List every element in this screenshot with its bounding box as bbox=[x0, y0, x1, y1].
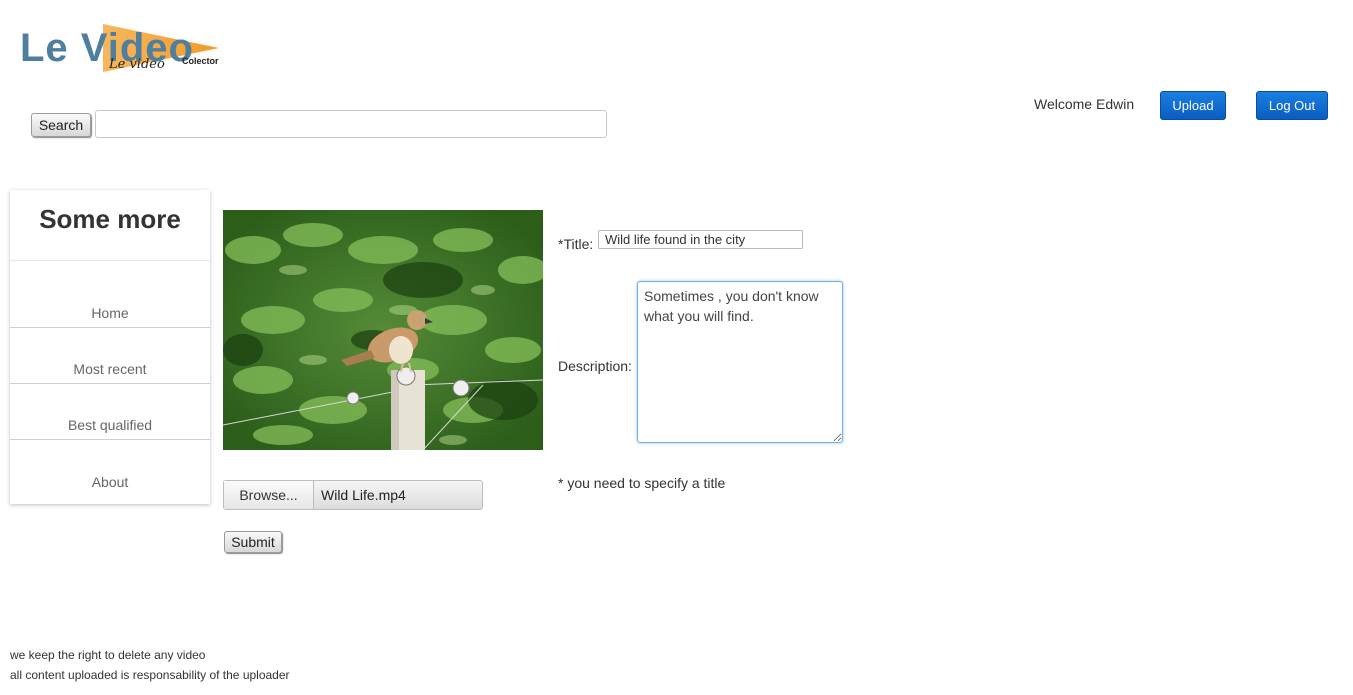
sidebar-item-label: Best qualified bbox=[67, 417, 153, 433]
logo-main-text: Le Video bbox=[20, 26, 194, 70]
sidebar-item-label: Most recent bbox=[73, 361, 147, 377]
footer-notice-responsibility: all content uploaded is responsability o… bbox=[10, 668, 290, 682]
file-picker[interactable]: Browse... Wild Life.mp4 bbox=[223, 480, 483, 510]
title-input[interactable] bbox=[598, 230, 803, 249]
sidebar-header: Some more bbox=[10, 190, 210, 261]
description-textarea[interactable]: Sometimes , you don't know what you will… bbox=[637, 281, 843, 443]
welcome-message: Welcome Edwin bbox=[1034, 96, 1135, 112]
sidebar-item-home[interactable]: Home bbox=[10, 261, 210, 328]
site-logo[interactable]: Le Video Le video Colector bbox=[20, 22, 250, 80]
search-button[interactable]: Search bbox=[31, 113, 91, 137]
sidebar: Some more Home Most recent Best qualifie… bbox=[10, 190, 210, 504]
browse-button[interactable]: Browse... bbox=[224, 481, 314, 509]
sidebar-item-most-recent[interactable]: Most recent bbox=[10, 328, 210, 384]
sidebar-item-label: About bbox=[91, 474, 129, 490]
logout-button[interactable]: Log Out bbox=[1256, 91, 1328, 120]
bird-photo bbox=[223, 210, 543, 450]
description-label: Description: bbox=[558, 358, 632, 374]
footer-notice-delete: we keep the right to delete any video bbox=[10, 648, 206, 662]
logo-small-text: Colector bbox=[182, 56, 219, 66]
sidebar-item-label: Home bbox=[91, 305, 129, 321]
upload-button[interactable]: Upload bbox=[1160, 91, 1226, 120]
search-input[interactable] bbox=[95, 110, 607, 138]
logo-script-text: Le video bbox=[109, 57, 165, 72]
submit-button[interactable]: Submit bbox=[224, 531, 282, 553]
sidebar-item-about[interactable]: About bbox=[10, 440, 210, 496]
sidebar-title: Some more bbox=[39, 204, 181, 234]
title-required-note: * you need to specify a title bbox=[558, 475, 726, 491]
sidebar-item-best-qualified[interactable]: Best qualified bbox=[10, 384, 210, 440]
video-thumbnail bbox=[223, 210, 543, 450]
selected-file-name: Wild Life.mp4 bbox=[321, 487, 406, 503]
title-label: *Title: bbox=[558, 236, 594, 252]
